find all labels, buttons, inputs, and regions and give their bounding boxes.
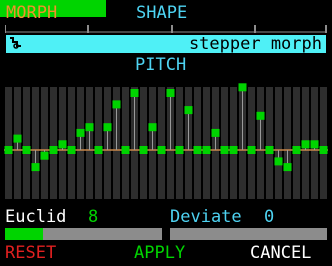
deviate-label: Deviate xyxy=(170,207,242,227)
step-point xyxy=(85,123,94,132)
step-column xyxy=(122,87,129,199)
step-point xyxy=(13,134,22,143)
step-column xyxy=(41,87,48,199)
euclid-value: 8 xyxy=(88,207,99,227)
step-point xyxy=(112,100,121,109)
step-point xyxy=(103,123,112,132)
euclid-slider-fill xyxy=(5,228,43,240)
step-column xyxy=(23,87,30,199)
step-point xyxy=(184,106,193,115)
tab-shape[interactable]: SHAPE xyxy=(136,3,187,23)
step-point xyxy=(274,157,283,166)
step-column xyxy=(284,87,291,199)
step-point xyxy=(166,89,175,97)
step-column xyxy=(140,87,147,199)
step-point xyxy=(130,89,139,97)
step-point xyxy=(175,146,184,154)
step-point xyxy=(211,128,220,137)
step-column xyxy=(230,87,237,199)
step-point xyxy=(94,146,103,154)
step-point xyxy=(247,146,256,154)
step-column xyxy=(248,87,255,199)
step-column xyxy=(293,87,300,199)
pitch-step-chart[interactable] xyxy=(0,83,332,200)
step-point xyxy=(220,146,229,154)
tab-morph[interactable]: MORPH xyxy=(6,3,57,23)
step-point xyxy=(40,151,49,160)
step-column xyxy=(5,87,12,199)
step-point xyxy=(229,146,238,154)
step-point xyxy=(4,146,13,154)
step-point xyxy=(265,146,274,154)
euclid-slider[interactable] xyxy=(5,228,162,240)
step-point xyxy=(157,146,166,154)
step-point xyxy=(76,128,85,137)
step-point xyxy=(256,111,265,120)
step-column xyxy=(32,87,39,199)
step-point xyxy=(193,146,202,154)
euclid-label: Euclid xyxy=(5,207,67,227)
deviate-value: 0 xyxy=(264,207,275,227)
step-column xyxy=(221,87,228,199)
step-column xyxy=(50,87,57,199)
step-point xyxy=(148,123,157,132)
step-point xyxy=(238,83,247,92)
step-column xyxy=(266,87,273,199)
section-title: PITCH xyxy=(135,55,187,75)
step-point xyxy=(31,163,40,172)
preset-name: stepper morph xyxy=(188,34,322,54)
step-column xyxy=(203,87,210,199)
step-point xyxy=(67,146,76,154)
cancel-button[interactable]: CANCEL xyxy=(250,243,311,263)
step-point xyxy=(121,146,130,154)
stepper-icon xyxy=(9,36,23,53)
reset-button[interactable]: RESET xyxy=(5,243,56,263)
preset-selector[interactable]: stepper morph xyxy=(6,34,326,54)
step-point xyxy=(301,140,310,149)
step-column xyxy=(320,87,327,199)
step-column xyxy=(275,87,282,199)
step-column xyxy=(176,87,183,199)
apply-button[interactable]: APPLY xyxy=(134,243,185,263)
step-point xyxy=(310,140,319,149)
step-point xyxy=(319,146,328,154)
step-point xyxy=(58,140,67,149)
step-column xyxy=(158,87,165,199)
step-point xyxy=(22,146,31,154)
step-column xyxy=(95,87,102,199)
step-column xyxy=(194,87,201,199)
preset-scale xyxy=(5,25,327,33)
step-point xyxy=(49,146,58,154)
deviate-slider[interactable] xyxy=(170,228,327,240)
step-point xyxy=(283,163,292,172)
tab-filter-label: FILTER xyxy=(267,0,329,19)
step-column xyxy=(68,87,75,199)
step-point xyxy=(202,146,211,154)
step-point xyxy=(139,146,148,154)
step-point xyxy=(292,146,301,154)
